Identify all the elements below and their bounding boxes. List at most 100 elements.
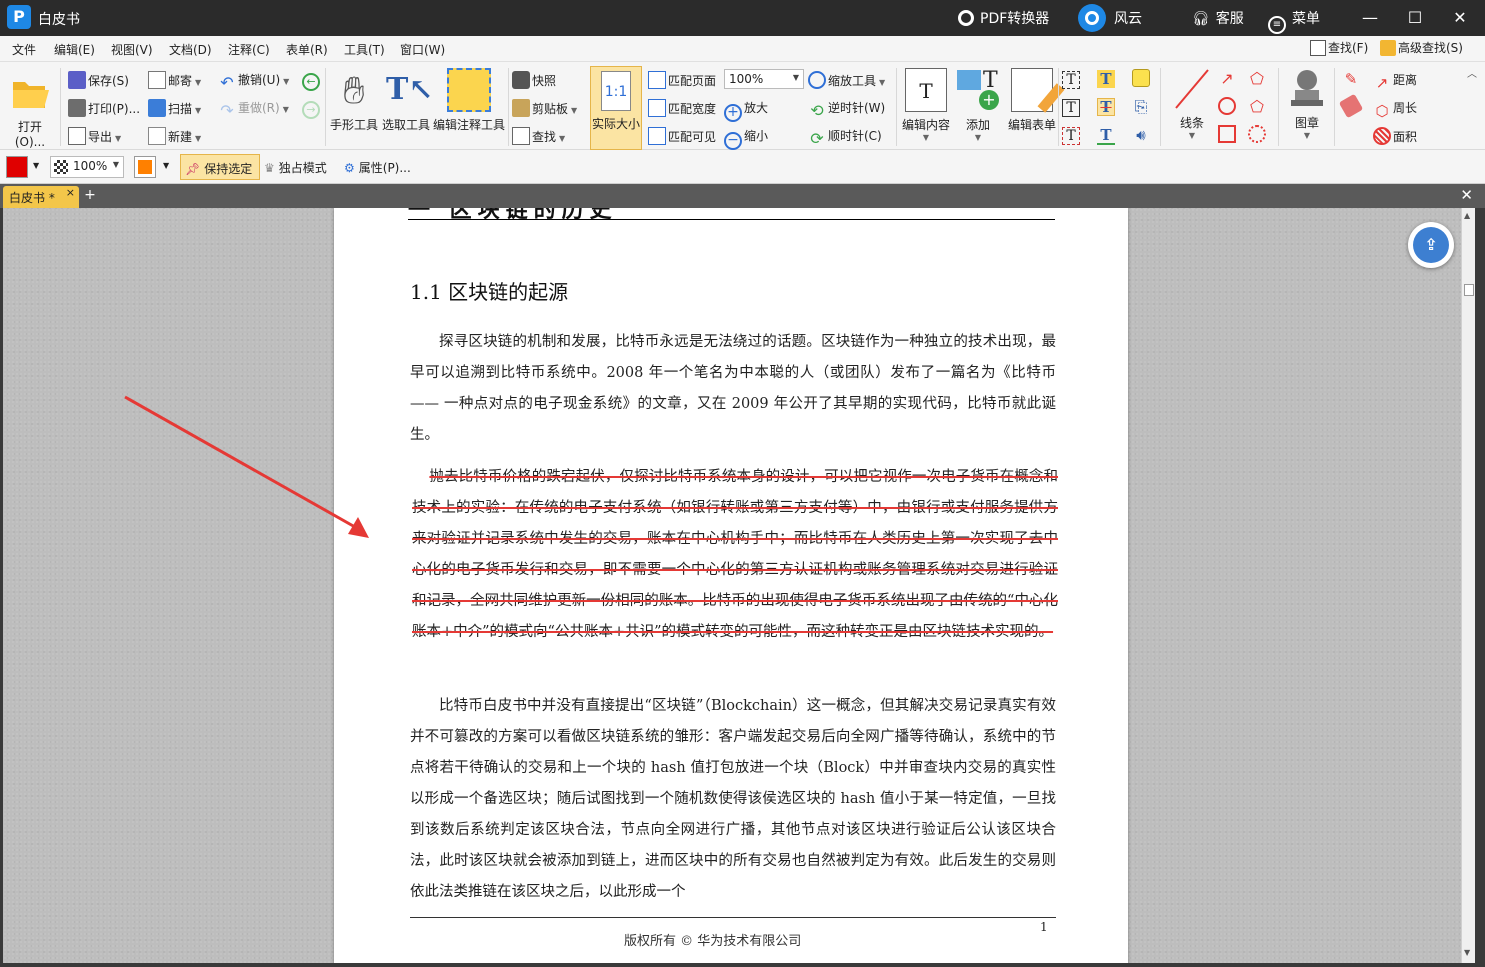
- perimeter-button[interactable]: ⬡ 周长: [1373, 99, 1417, 120]
- pencil-tool-button[interactable]: ✎: [1342, 69, 1362, 88]
- fill-color-dropdown-icon[interactable]: ▼: [163, 161, 169, 170]
- menu-document[interactable]: 文档(D): [169, 41, 212, 58]
- zoom-in-button[interactable]: + 放大: [724, 99, 768, 122]
- callout-icon: T: [1062, 127, 1080, 145]
- keep-selected-toggle[interactable]: 📌︎ 保持选定: [180, 154, 260, 180]
- underline-text-button[interactable]: T: [1097, 125, 1117, 145]
- scan-label: 扫描: [168, 102, 193, 116]
- advanced-find-button[interactable]: 高级查找(S): [1380, 39, 1463, 56]
- service-button[interactable]: 🎧︎ 客服: [1192, 8, 1244, 28]
- textbox-tool-button[interactable]: T: [1062, 69, 1082, 89]
- save-label: 保存(S): [88, 74, 129, 88]
- redo-button[interactable]: ↷ 重做(R) ▼: [218, 99, 289, 120]
- tab-whitepaper[interactable]: 白皮书 * ×: [3, 186, 79, 208]
- fit-width-icon: [648, 99, 666, 117]
- polyline-tool-button[interactable]: ⬠: [1248, 69, 1268, 88]
- add-tab-button[interactable]: +: [83, 187, 97, 203]
- close-document-icon[interactable]: ✕: [1460, 186, 1473, 204]
- distance-button[interactable]: ↗ 距离: [1373, 71, 1417, 92]
- exclusive-mode-button[interactable]: ♛ 独占模式: [264, 159, 327, 176]
- stamp-icon: [1291, 70, 1323, 106]
- edit-form-button[interactable]: 编辑表单: [1005, 68, 1065, 133]
- polygon-tool-button[interactable]: ⬠: [1248, 97, 1268, 116]
- snapshot-button[interactable]: 快照: [512, 71, 556, 89]
- scanner-icon: [148, 99, 166, 117]
- area-button[interactable]: 面积: [1373, 127, 1417, 145]
- back-button[interactable]: ←: [302, 70, 322, 91]
- eraser-tool-button[interactable]: [1338, 93, 1364, 119]
- close-window-button[interactable]: ✕: [1448, 6, 1472, 30]
- document-viewer[interactable]: 一 区块链的历史 1.1 区块链的起源 探寻区块链的机制和发展，比特币永远是无法…: [3, 208, 1461, 963]
- scroll-down-icon[interactable]: ▼: [1464, 948, 1470, 957]
- stroke-color-swatch[interactable]: [6, 156, 28, 178]
- cloud-tool-button[interactable]: [1248, 125, 1268, 143]
- export-button[interactable]: 导出 ▼: [68, 127, 121, 145]
- add-button[interactable]: T + 添加 ▼: [955, 68, 1001, 142]
- actual-size-button[interactable]: 1:1 实际大小: [590, 66, 642, 150]
- scan-button[interactable]: 扫描 ▼: [148, 99, 201, 117]
- select-tool-button[interactable]: T↖ 选取工具: [380, 68, 433, 133]
- properties-button[interactable]: ⚙ 属性(P)...: [344, 159, 411, 176]
- title-bar: P 白皮书 PDF转换器 风云 🎧︎ 客服 ≡ 菜单 — ☐ ✕: [0, 0, 1485, 36]
- fit-page-button[interactable]: 匹配页面: [648, 71, 716, 89]
- actual-size-icon: 1:1: [601, 71, 631, 111]
- mail-button[interactable]: 邮寄 ▼: [148, 71, 201, 89]
- fengyun-button[interactable]: 风云: [1078, 4, 1142, 32]
- menu-form[interactable]: 表单(R): [286, 41, 328, 58]
- scroll-thumb[interactable]: [1464, 284, 1474, 296]
- callout-tool-button[interactable]: T: [1062, 125, 1082, 145]
- stamp-button[interactable]: 图章 ▼: [1282, 66, 1332, 140]
- menu-view[interactable]: 视图(V): [111, 41, 153, 58]
- fill-color-swatch[interactable]: [134, 156, 156, 178]
- menu-window[interactable]: 窗口(W): [400, 41, 445, 58]
- menu-edit[interactable]: 编辑(E): [54, 41, 95, 58]
- menu-button[interactable]: ≡ 菜单: [1268, 8, 1320, 34]
- undo-button[interactable]: ↶ 撤销(U) ▼: [218, 71, 289, 92]
- typewriter-tool-button[interactable]: T: [1062, 97, 1082, 117]
- minimize-button[interactable]: —: [1358, 6, 1382, 30]
- rotate-cw-button[interactable]: ⟳ 顺时针(C): [808, 127, 881, 148]
- fit-visible-button[interactable]: 匹配可见: [648, 127, 716, 145]
- opacity-combo[interactable]: 100% ▼: [50, 156, 124, 178]
- new-button[interactable]: 新建 ▼: [148, 127, 201, 145]
- stroke-color-dropdown-icon[interactable]: ▼: [33, 161, 39, 170]
- menu-tools[interactable]: 工具(T): [344, 41, 385, 58]
- menu-file[interactable]: 文件: [12, 41, 36, 58]
- open-button[interactable]: 打开(O)...▼: [4, 70, 56, 158]
- scroll-up-icon[interactable]: ▲: [1464, 211, 1470, 220]
- property-bar: ▼ 100% ▼ ▼ 📌︎ 保持选定 ♛ 独占模式 ⚙ 属性(P)...: [0, 150, 1485, 184]
- save-icon: [68, 71, 86, 89]
- rectangle-tool-button[interactable]: [1218, 125, 1238, 143]
- find-button[interactable]: 查找(F): [1310, 39, 1368, 56]
- forward-button[interactable]: →: [302, 98, 322, 119]
- lines-button[interactable]: 线条 ▼: [1165, 66, 1219, 140]
- collapse-ribbon-icon[interactable]: ︿: [1467, 65, 1477, 80]
- arrow-tool-button[interactable]: ↗: [1218, 69, 1238, 88]
- print-button[interactable]: 打印(P)...: [68, 99, 140, 117]
- note-tool-button[interactable]: [1132, 69, 1152, 87]
- ellipse-tool-button[interactable]: [1218, 97, 1238, 115]
- zoom-tool-button[interactable]: 缩放工具 ▼: [808, 71, 885, 89]
- zoom-out-button[interactable]: − 缩小: [724, 127, 768, 150]
- clipboard-button[interactable]: 剪贴板 ▼: [512, 99, 577, 117]
- vertical-scrollbar[interactable]: ▲ ▼: [1461, 208, 1475, 963]
- sound-tool-button[interactable]: 🔊︎: [1132, 125, 1152, 144]
- floating-action-button[interactable]: ⇪: [1408, 222, 1454, 268]
- search-button[interactable]: 查找 ▼: [512, 127, 565, 145]
- zoom-combo[interactable]: 100% ▼: [724, 69, 804, 89]
- close-tab-icon[interactable]: ×: [66, 186, 75, 199]
- attach-tool-button[interactable]: ⎘: [1132, 97, 1152, 116]
- maximize-button[interactable]: ☐: [1403, 6, 1427, 30]
- save-button[interactable]: 保存(S): [68, 71, 129, 89]
- menu-comment[interactable]: 注释(C): [228, 41, 270, 58]
- fit-width-button[interactable]: 匹配宽度: [648, 99, 716, 117]
- pdf-converter-button[interactable]: PDF转换器: [958, 8, 1049, 28]
- new-label: 新建: [168, 130, 193, 144]
- edit-content-button[interactable]: T 编辑内容 ▼: [899, 68, 953, 142]
- rotate-ccw-button[interactable]: ⟲ 逆时针(W): [808, 99, 885, 120]
- edit-annotation-tool-button[interactable]: 编辑注释工具: [433, 68, 505, 133]
- strikeout-text-button[interactable]: T: [1097, 97, 1117, 116]
- hand-tool-button[interactable]: ✋︎ 手形工具: [330, 68, 378, 133]
- highlight-text-button[interactable]: T: [1097, 69, 1117, 88]
- ellipse-icon: [1218, 97, 1236, 115]
